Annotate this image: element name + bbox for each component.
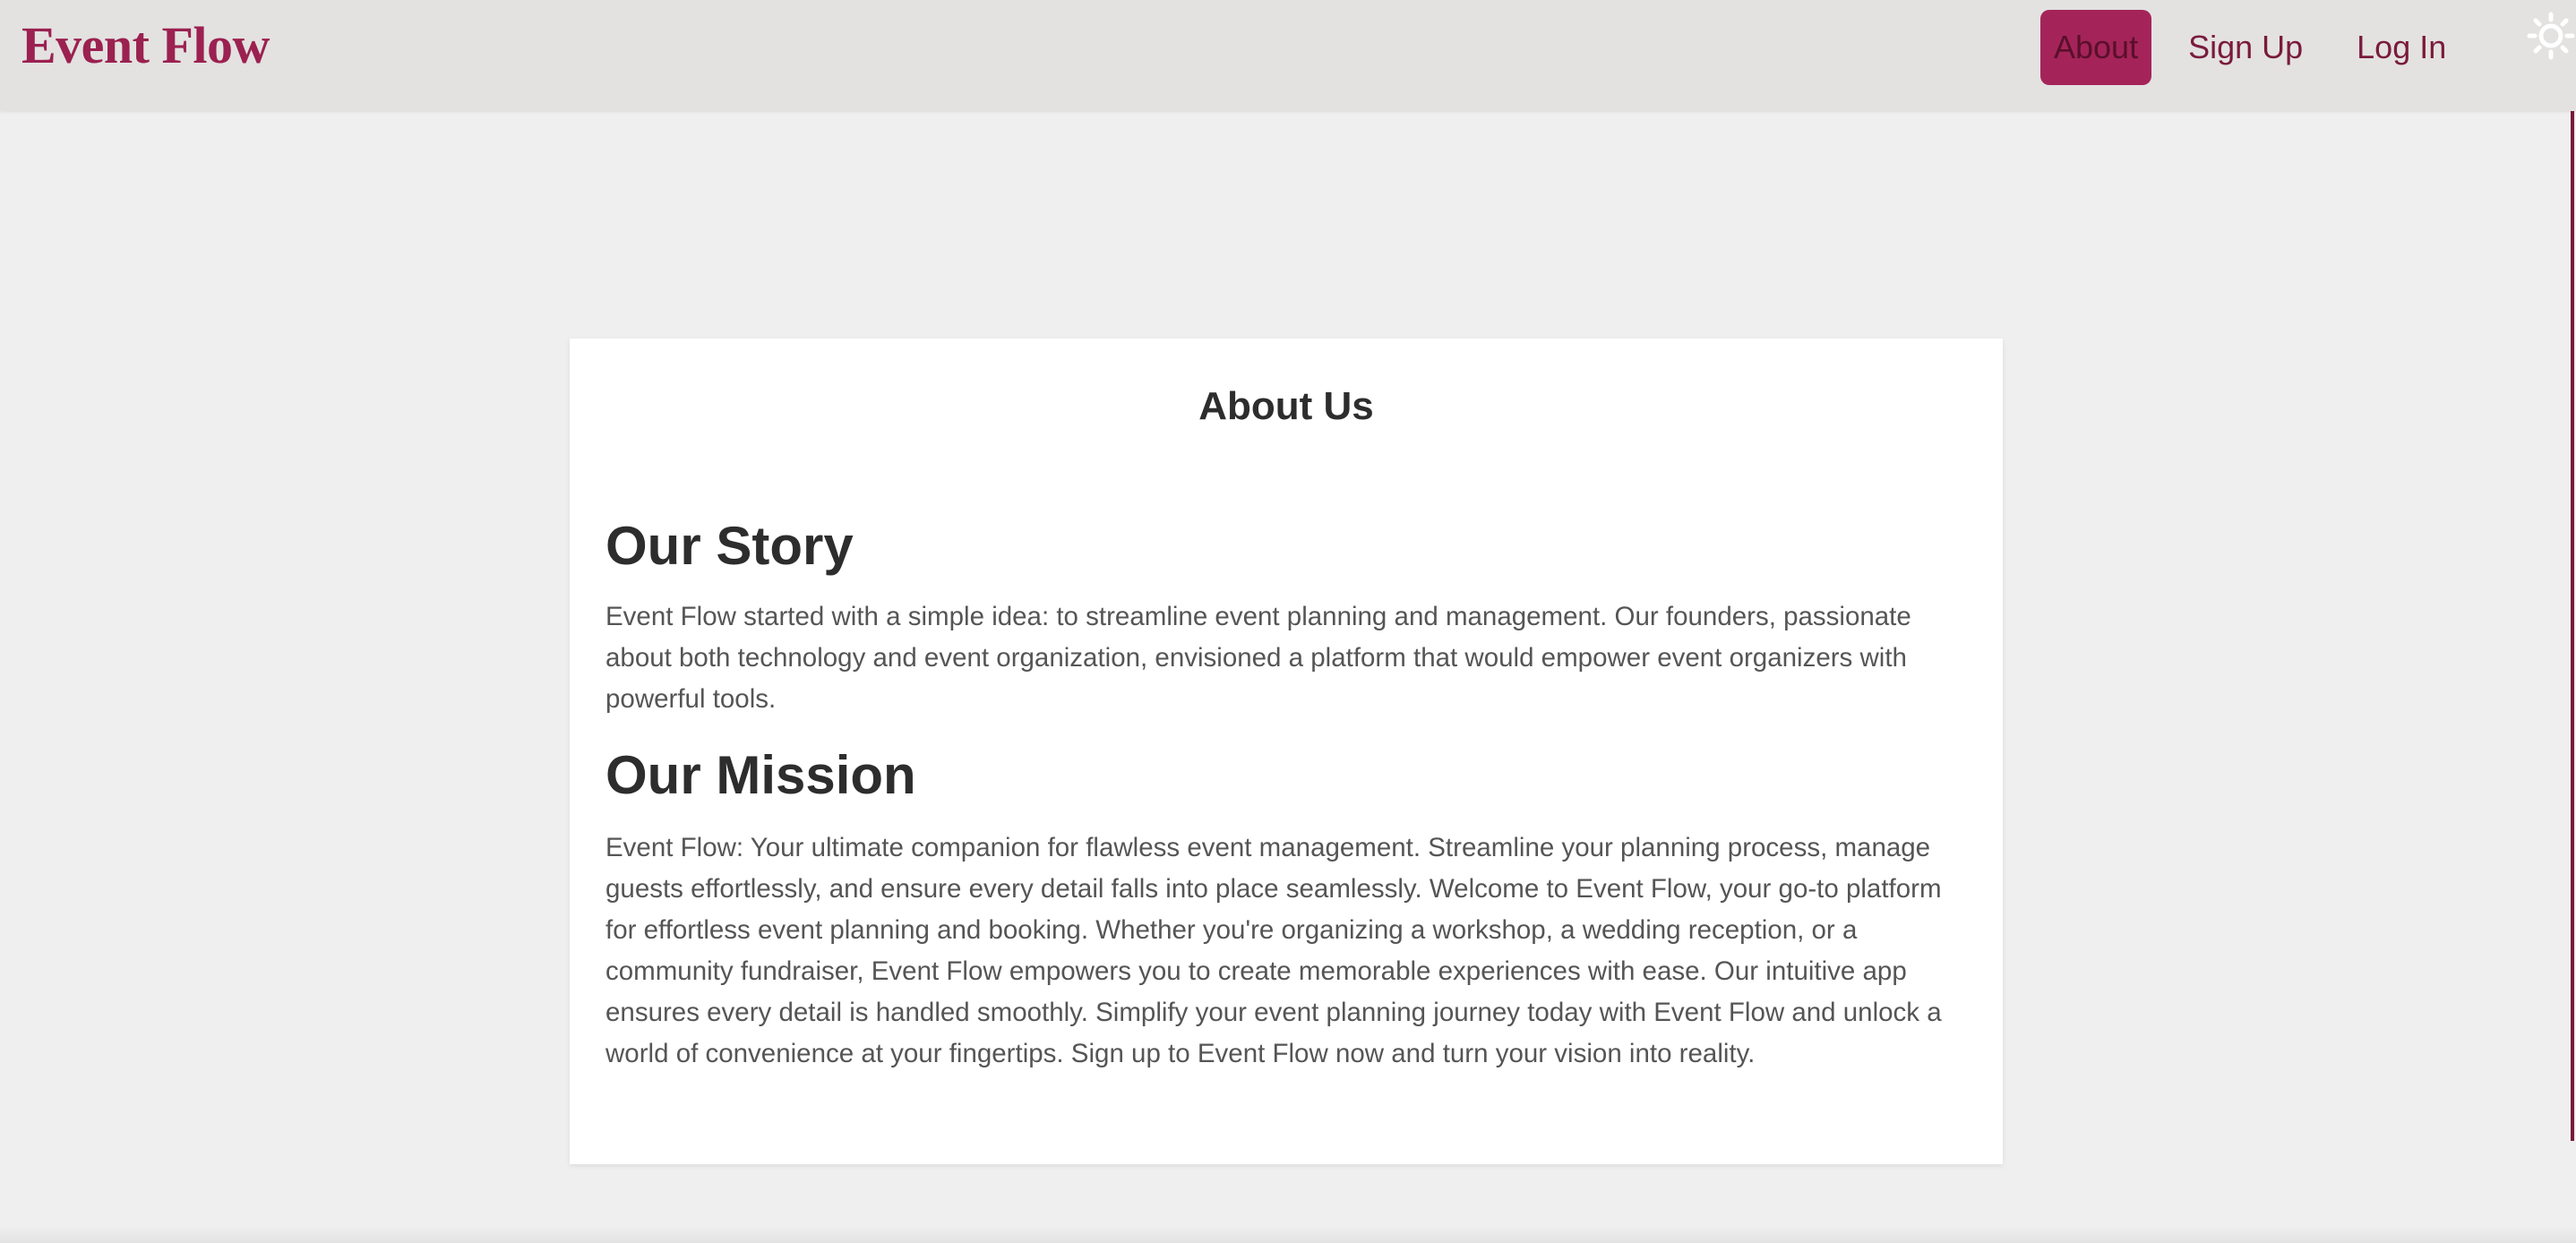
brand-logo[interactable]: Event Flow [21,13,270,79]
theme-toggle-button[interactable] [2526,9,2576,63]
mission-heading: Our Mission [605,745,916,805]
scroll-indicator-line [2571,111,2574,1141]
nav-menu: About Sign Up Log In [2040,10,2460,85]
mission-text: Event Flow: Your ultimate companion for … [605,833,1942,1068]
story-heading: Our Story [605,516,854,576]
nav-login-link[interactable]: Log In [2343,10,2460,85]
footer-shadow [0,1225,2576,1243]
page-title: About Us [1198,384,1374,428]
sun-icon [2527,12,2575,60]
story-text: Event Flow started with a simple idea: t… [605,602,1911,714]
navbar: Event Flow About Sign Up Log In [0,0,2576,111]
nav-signup-link[interactable]: Sign Up [2175,10,2316,85]
nav-about-link[interactable]: About [2040,10,2152,85]
